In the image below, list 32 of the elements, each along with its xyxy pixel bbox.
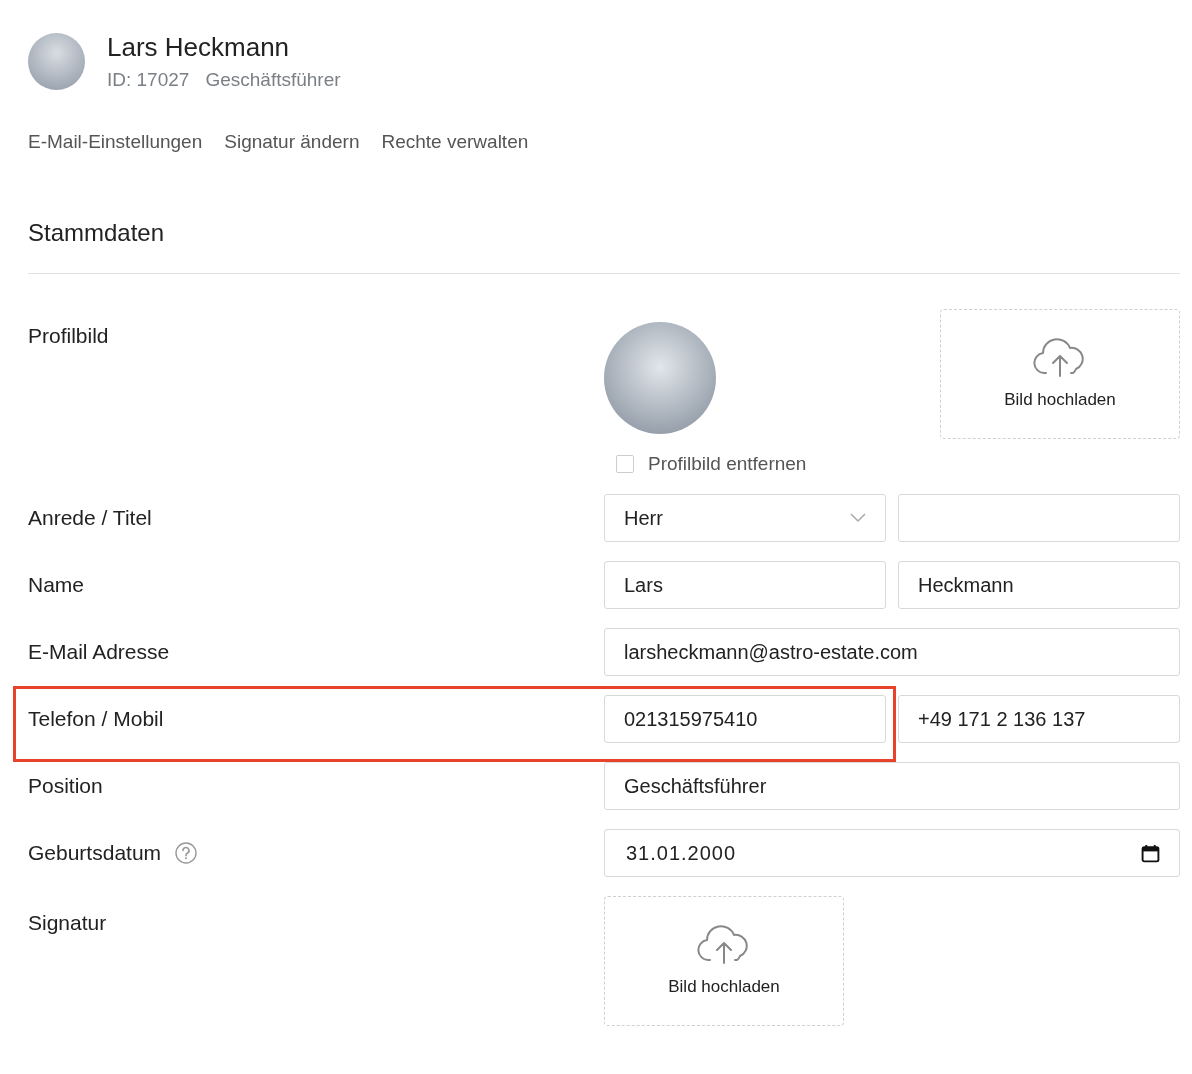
- calendar-icon: [1141, 843, 1160, 863]
- field-label: Signatur: [28, 911, 107, 935]
- upload-area[interactable]: Bild hochladen: [940, 309, 1180, 439]
- user-role: Geschäftsführer: [205, 69, 341, 91]
- checkbox[interactable]: [616, 455, 634, 473]
- field-label: Geburtsdatum: [28, 841, 162, 865]
- input-field[interactable]: Geschäftsführer: [604, 762, 1180, 810]
- input-field[interactable]: larsheckmann@astro-estate.com: [604, 628, 1180, 676]
- field-label: E-Mail Adresse: [28, 640, 170, 664]
- input-field[interactable]: 021315975410: [604, 695, 886, 743]
- help-icon[interactable]: [175, 842, 198, 864]
- upload-area[interactable]: Bild hochladen: [604, 896, 844, 1026]
- user-name: Lars Heckmann: [107, 32, 291, 63]
- field-label: Profilbild: [28, 324, 109, 348]
- salutation-dropdown[interactable]: Herr: [604, 494, 886, 542]
- field-label: Position: [28, 774, 103, 798]
- input-field[interactable]: +49 171 2 136 137: [898, 695, 1180, 743]
- avatar-photo: [28, 33, 85, 90]
- date-field[interactable]: 31.01.2000: [604, 829, 1180, 877]
- settings-link[interactable]: Signatur ändern: [224, 131, 360, 153]
- user-id: ID: 17027: [107, 69, 190, 91]
- input-field[interactable]: Heckmann: [898, 561, 1180, 609]
- checkbox-label: Profilbild entfernen: [648, 453, 807, 475]
- field-label: Anrede / Titel: [28, 506, 152, 530]
- chevron-down-icon: [850, 513, 866, 523]
- section-title: Stammdaten: [28, 219, 166, 247]
- input-field[interactable]: [898, 494, 1180, 542]
- settings-link[interactable]: E-Mail-Einstellungen: [28, 131, 203, 153]
- input-field[interactable]: Lars: [604, 561, 886, 609]
- field-label: Telefon / Mobil: [28, 707, 164, 731]
- field-label: Name: [28, 573, 85, 597]
- settings-link[interactable]: Rechte verwalten: [381, 131, 529, 153]
